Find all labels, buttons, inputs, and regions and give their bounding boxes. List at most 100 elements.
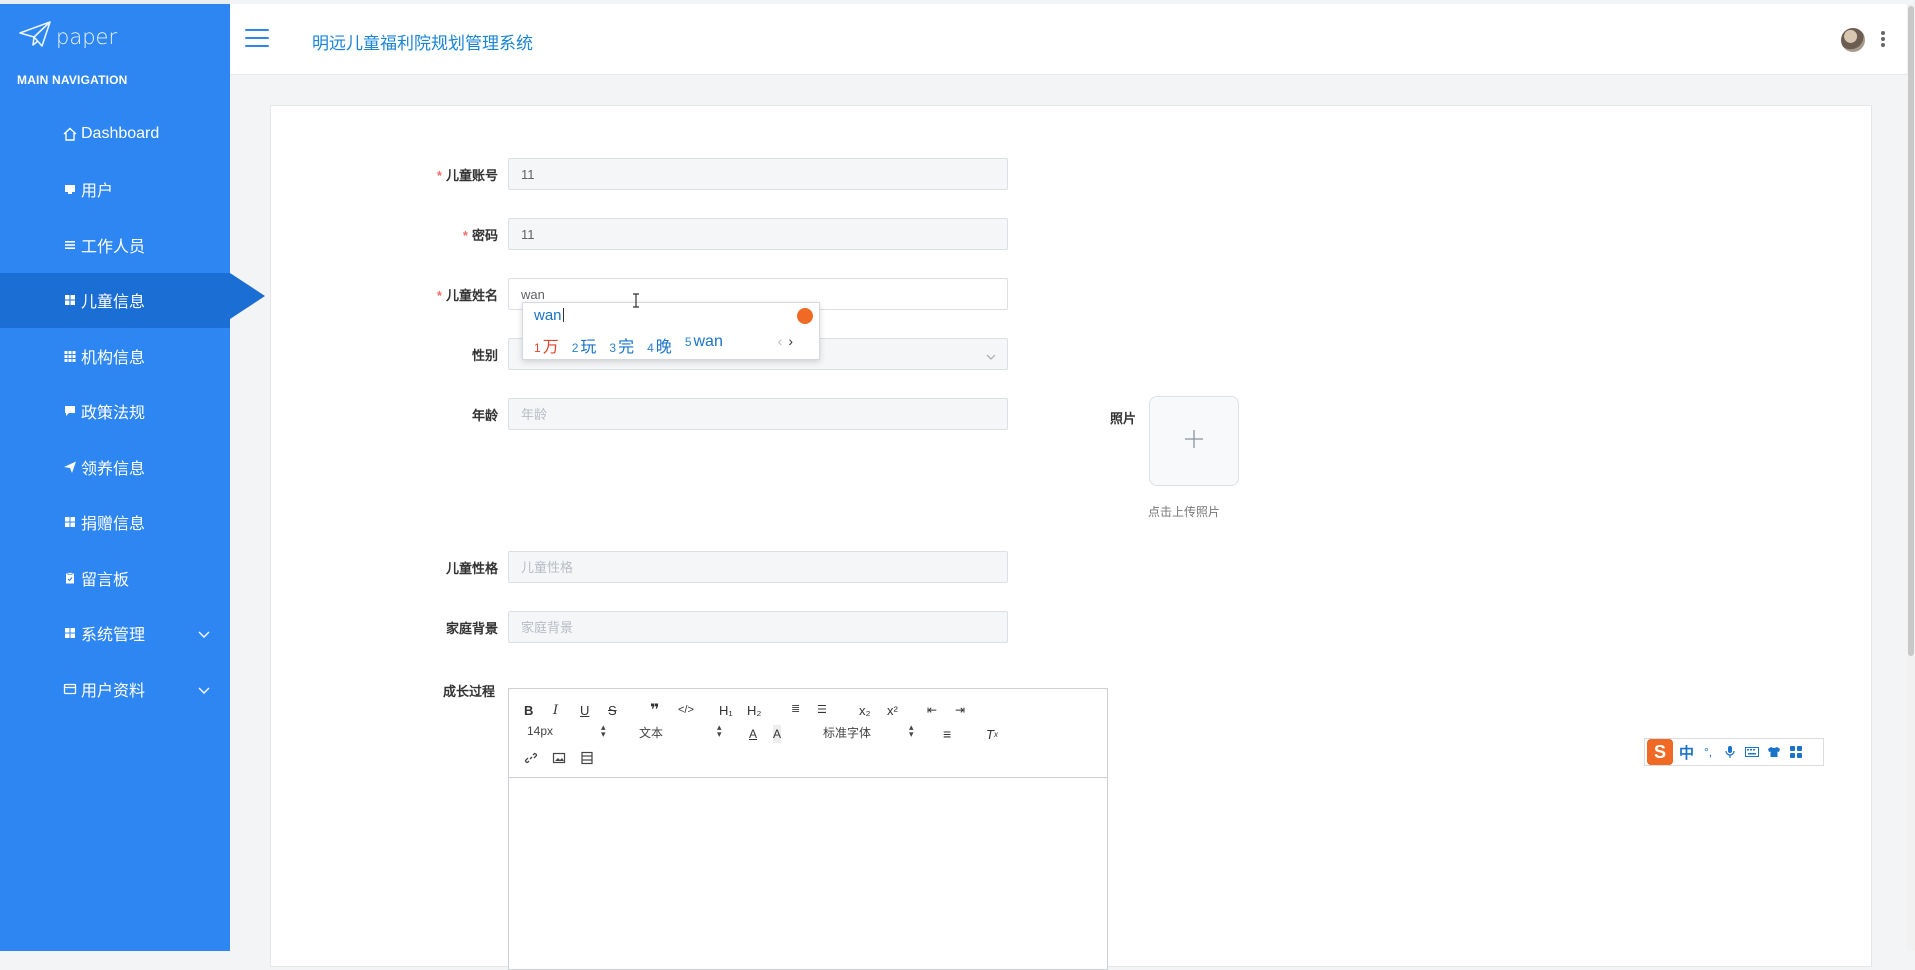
background-color-icon[interactable]: A — [773, 725, 782, 743]
brand-name: paper — [56, 24, 118, 49]
account-input[interactable] — [508, 158, 1008, 190]
family-label: 家庭背景 — [445, 620, 498, 636]
skin-icon[interactable] — [1766, 744, 1782, 760]
video-icon[interactable] — [580, 749, 594, 767]
sidebar: paper MAIN NAVIGATION Dashboard 用户 工作人员 … — [0, 0, 265, 951]
sidebar-item-child-info[interactable]: 儿童信息 — [0, 272, 265, 328]
menu-toggle-icon[interactable] — [245, 29, 269, 49]
sogou-logo-icon[interactable]: S — [1647, 739, 1673, 765]
send-icon — [63, 460, 77, 474]
italic-icon[interactable]: I — [553, 701, 558, 719]
card-icon — [63, 682, 77, 696]
chevron-down-icon — [198, 683, 210, 695]
superscript-icon[interactable]: x² — [887, 701, 898, 719]
photo-upload-hint: 点击上传照片 — [1148, 505, 1221, 519]
clipboard-icon — [63, 571, 77, 585]
sidebar-item-label: 领养信息 — [81, 460, 146, 478]
ime-candidate-list: 1万 2玩 3完 4晚 5 wan — [534, 333, 723, 357]
table-icon — [63, 349, 77, 363]
ime-candidate[interactable]: 5 wan — [685, 333, 723, 357]
list-icon — [63, 238, 77, 252]
bullet-list-icon[interactable]: ☰ — [817, 700, 827, 718]
subscript-icon[interactable]: x₂ — [859, 701, 871, 719]
sidebar-item-label: 政策法规 — [81, 405, 146, 423]
ime-candidate[interactable]: 3完 — [609, 333, 634, 357]
font-family-select[interactable]: 标准字体 ▴ ▾ — [823, 723, 919, 741]
paper-plane-icon — [18, 20, 52, 53]
top-header: 明远儿童福利院规划管理系统 — [230, 4, 1915, 75]
family-input[interactable] — [508, 611, 1008, 643]
editor-content-area[interactable] — [509, 778, 1107, 968]
avatar[interactable] — [1841, 28, 1865, 52]
sidebar-item-message-board[interactable]: 留言板 — [0, 550, 230, 606]
brand-logo[interactable]: paper — [18, 20, 117, 53]
keyboard-icon[interactable] — [1744, 744, 1760, 760]
form-row-account: * 儿童账号 — [279, 158, 1008, 190]
input-mode-toggle[interactable]: 中 — [1679, 742, 1694, 763]
indent-icon[interactable]: ⇥ — [955, 701, 965, 719]
sidebar-item-users[interactable]: 用户 — [0, 162, 230, 218]
age-input[interactable] — [508, 398, 1008, 430]
sidebar-item-donation[interactable]: 捐赠信息 — [0, 495, 230, 551]
photo-upload[interactable] — [1149, 396, 1239, 486]
heading1-icon[interactable]: H₁ — [719, 701, 733, 719]
personality-input[interactable] — [508, 551, 1008, 583]
ime-status-bar[interactable]: S 中 °, — [1644, 738, 1824, 766]
ime-composition: wan — [534, 307, 562, 324]
font-color-icon[interactable]: A — [749, 725, 757, 743]
editor-toolbar: B I U S ❞ </> H₁ H₂ ≣ ☰ x₂ x² ⇤ ⇥ 14px ▴ ▾… — [509, 689, 1107, 778]
ime-candidate[interactable]: 2玩 — [572, 333, 597, 357]
link-icon[interactable] — [524, 749, 538, 767]
clear-format-icon[interactable]: Tx — [986, 725, 998, 743]
bold-icon[interactable]: B — [524, 701, 533, 719]
sidebar-item-staff[interactable]: 工作人员 — [0, 217, 230, 273]
home-icon — [63, 127, 77, 141]
photo-label: 照片 — [1110, 411, 1137, 426]
more-options-icon[interactable] — [1881, 31, 1885, 49]
sidebar-item-policy[interactable]: 政策法规 — [0, 384, 230, 440]
punctuation-icon[interactable]: °, — [1700, 744, 1716, 760]
app-title: 明远儿童福利院规划管理系统 — [312, 34, 533, 53]
sidebar-item-label: 机构信息 — [81, 349, 146, 367]
main-navigation: Dashboard 用户 工作人员 儿童信息 机构信息 政策法规 领养信息 捐赠… — [0, 106, 265, 717]
grid-icon — [63, 293, 77, 307]
sidebar-item-label: 工作人员 — [81, 238, 146, 256]
sidebar-item-dashboard[interactable]: Dashboard — [0, 106, 230, 162]
chevron-down-icon — [198, 627, 210, 639]
password-input[interactable] — [508, 218, 1008, 250]
nav-heading: MAIN NAVIGATION — [17, 73, 128, 87]
underline-icon[interactable]: U — [580, 701, 589, 719]
microphone-icon[interactable] — [1722, 744, 1738, 760]
password-label: * 密码 — [462, 227, 498, 243]
grid-icon — [63, 515, 77, 529]
ime-candidate[interactable]: 1万 — [534, 333, 559, 357]
rich-text-editor: B I U S ❞ </> H₁ H₂ ≣ ☰ x₂ x² ⇤ ⇥ 14px ▴ ▾… — [508, 688, 1108, 970]
ime-candidate[interactable]: 4晚 — [647, 333, 672, 357]
grid-icon — [63, 626, 77, 640]
blockquote-icon[interactable]: ❞ — [650, 701, 659, 719]
ime-candidate-window: wan 1万 2玩 3完 4晚 5 wan ‹ › — [522, 302, 820, 360]
ordered-list-icon[interactable]: ≣ — [791, 700, 800, 718]
sidebar-item-label: Dashboard — [81, 124, 160, 142]
sidebar-item-institution-info[interactable]: 机构信息 — [0, 328, 230, 384]
plus-icon — [1183, 428, 1205, 455]
code-icon[interactable]: </> — [678, 701, 694, 719]
heading2-icon[interactable]: H₂ — [747, 701, 761, 719]
text-style-select[interactable]: 文本 ▴ ▾ — [639, 723, 725, 741]
sidebar-item-label: 儿童信息 — [81, 294, 146, 312]
sidebar-item-system-management[interactable]: 系统管理 — [0, 606, 230, 662]
account-label: * 儿童账号 — [436, 167, 498, 183]
font-size-select[interactable]: 14px ▴ ▾ — [527, 723, 613, 739]
sidebar-item-adoption[interactable]: 领养信息 — [0, 439, 230, 495]
toolbox-icon[interactable] — [1788, 744, 1804, 760]
outdent-icon[interactable]: ⇤ — [927, 701, 937, 719]
image-icon[interactable] — [552, 749, 566, 767]
strikethrough-icon[interactable]: S — [608, 701, 617, 719]
sidebar-item-label: 系统管理 — [81, 627, 146, 645]
sidebar-item-user-profile[interactable]: 用户资料 — [0, 661, 230, 717]
chevron-down-icon — [986, 349, 996, 360]
align-icon[interactable]: ≡ — [943, 725, 951, 743]
sidebar-item-label: 留言板 — [81, 571, 130, 589]
ime-page-nav[interactable]: ‹ › — [778, 333, 793, 349]
page-scrollbar[interactable] — [1907, 4, 1915, 951]
